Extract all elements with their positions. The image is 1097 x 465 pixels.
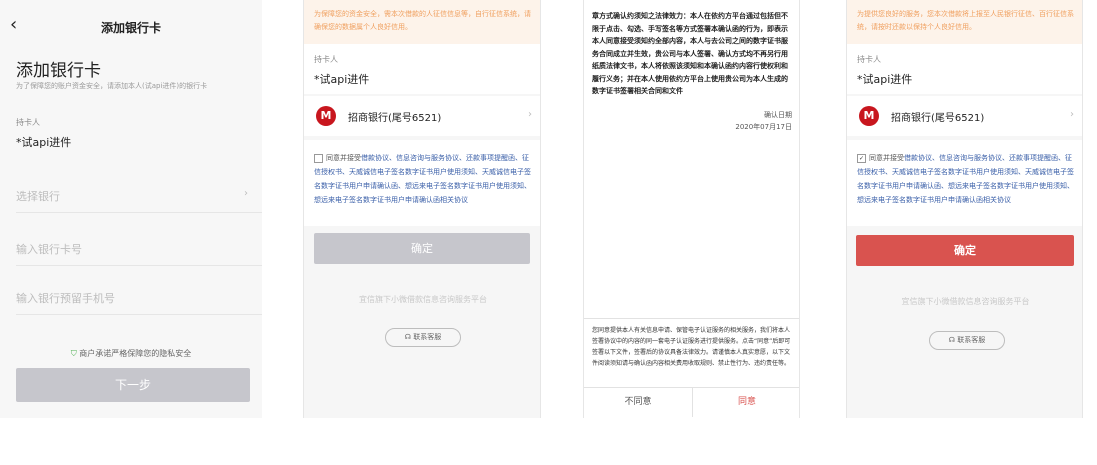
credit-warning: 为保障您的资金安全，需本次借款的人征信信息等，自行征信系统，请确保您的数据属个人…	[304, 0, 540, 44]
contact-service-label: 联系客服	[957, 336, 986, 344]
page-subtitle: 为了保障您的账户资金安全，请添加本人(试api进件)的银行卡	[16, 82, 208, 90]
agreement-section: ✓ 同意并接受借款协议、信息咨询与服务协议、还款事项提醒函、征信授权书、天威诚信电…	[847, 140, 1082, 226]
next-button[interactable]: 下一步	[16, 368, 250, 402]
screen-add-bank-card: ‹ 添加银行卡 添加银行卡 为了保障您的账户资金安全，请添加本人(试api进件)…	[0, 0, 262, 418]
agreement-checkbox[interactable]	[314, 153, 323, 163]
agreement-section: 同意并接受借款协议、信息咨询与服务协议、还款事项提醒函、征信授权书、天威诚信电子…	[304, 140, 540, 226]
chevron-right-icon: ›	[244, 188, 248, 199]
cmb-logo-icon: M	[316, 106, 336, 126]
security-note-text: 商户承诺严格保障您的隐私安全	[79, 349, 192, 358]
credit-warning: 为提供您良好的服务，您本次借款将上报至人民银行征信、百行征信系统，请按时还款以保…	[847, 0, 1082, 44]
platform-footer: 宜信旗下小微借款信息咨询服务平台	[901, 297, 1030, 306]
cardholder-value: *试api进件	[857, 73, 913, 86]
select-bank-field[interactable]: 选择银行 ›	[16, 188, 262, 204]
agreement-checkbox-checked[interactable]: ✓	[857, 153, 866, 163]
screen-bind-card-checked: 为提供您良好的服务，您本次借款将上报至人民银行征信、百行征信系统，请按时还款以保…	[846, 0, 1083, 418]
agreement-prefix: 同意并接受	[869, 154, 904, 162]
select-bank-placeholder: 选择银行	[16, 190, 60, 203]
bank-card-row[interactable]: M 招商银行(尾号6521) ›	[847, 96, 1082, 136]
agreement-document-text: 章方式确认约须知之法律效力：本人在依约方平台通过包括但不限于点击、勾选、手写签名…	[592, 12, 788, 95]
security-note: ⛉ 商户承诺严格保障您的隐私安全	[0, 348, 262, 359]
divider	[16, 212, 262, 213]
nav-title: 添加银行卡	[100, 21, 161, 35]
confirm-dialog: 您同意提供本人有关信息申请、保管电子认证服务的相关服务，我们将本人签署协议中的内…	[584, 318, 799, 418]
cardholder-label: 持卡人	[314, 55, 338, 64]
divider	[16, 314, 262, 315]
cardholder-value: *试api进件	[16, 136, 72, 149]
cardholder-value: *试api进件	[314, 73, 370, 86]
page-title: 添加银行卡	[16, 61, 101, 81]
bank-card-row[interactable]: M 招商银行(尾号6521) ›	[304, 96, 540, 136]
agreement-text: ✓ 同意并接受借款协议、信息咨询与服务协议、还款事项提醒函、征信授权书、天威诚信电…	[857, 151, 1075, 207]
shield-icon: ⛉	[70, 349, 77, 358]
chevron-right-icon: ›	[528, 109, 532, 120]
headset-icon: ☊	[948, 336, 955, 344]
cardholder-label: 持卡人	[16, 118, 40, 127]
agreement-prefix: 同意并接受	[326, 154, 361, 162]
screen-bind-card-unchecked: 为保障您的资金安全，需本次借款的人征信信息等，自行征信系统，请确保您的数据属个人…	[303, 0, 541, 418]
dialog-text: 您同意提供本人有关信息申请、保管电子认证服务的相关服务，我们将本人签署协议中的内…	[592, 327, 791, 367]
divider	[16, 265, 262, 266]
confirm-date: 2020年07月17日	[735, 123, 792, 131]
confirm-date-label: 确认日期	[764, 111, 792, 119]
card-number-input[interactable]: 输入银行卡号	[16, 241, 262, 257]
confirm-button[interactable]: 确定	[314, 233, 530, 264]
contact-service-button[interactable]: ☊ 联系客服	[929, 331, 1005, 350]
screen-certificate-agreement: 章方式确认约须知之法律效力：本人在依约方平台通过包括但不限于点击、勾选、手写签名…	[583, 0, 800, 418]
headset-icon: ☊	[404, 333, 411, 341]
cmb-logo-icon: M	[859, 106, 879, 126]
confirm-button[interactable]: 确定	[856, 235, 1074, 266]
phone-input[interactable]: 输入银行预留手机号	[16, 290, 262, 306]
agreement-text: 同意并接受借款协议、信息咨询与服务协议、还款事项提醒函、征信授权书、天威诚信电子…	[314, 151, 532, 207]
bank-name: 招商银行(尾号6521)	[348, 113, 442, 124]
disagree-button[interactable]: 不同意	[584, 387, 693, 417]
contact-service-button[interactable]: ☊ 联系客服	[385, 328, 461, 347]
cardholder-section: 持卡人 *试api进件	[847, 44, 1082, 94]
contact-service-label: 联系客服	[413, 333, 442, 341]
agree-button[interactable]: 同意	[693, 387, 799, 417]
bank-name: 招商银行(尾号6521)	[891, 113, 985, 124]
platform-footer: 宜信旗下小微借款信息咨询服务平台	[359, 295, 487, 304]
cardholder-section: 持卡人 *试api进件	[304, 44, 540, 94]
cardholder-label: 持卡人	[857, 55, 881, 64]
chevron-right-icon: ›	[1070, 109, 1074, 120]
